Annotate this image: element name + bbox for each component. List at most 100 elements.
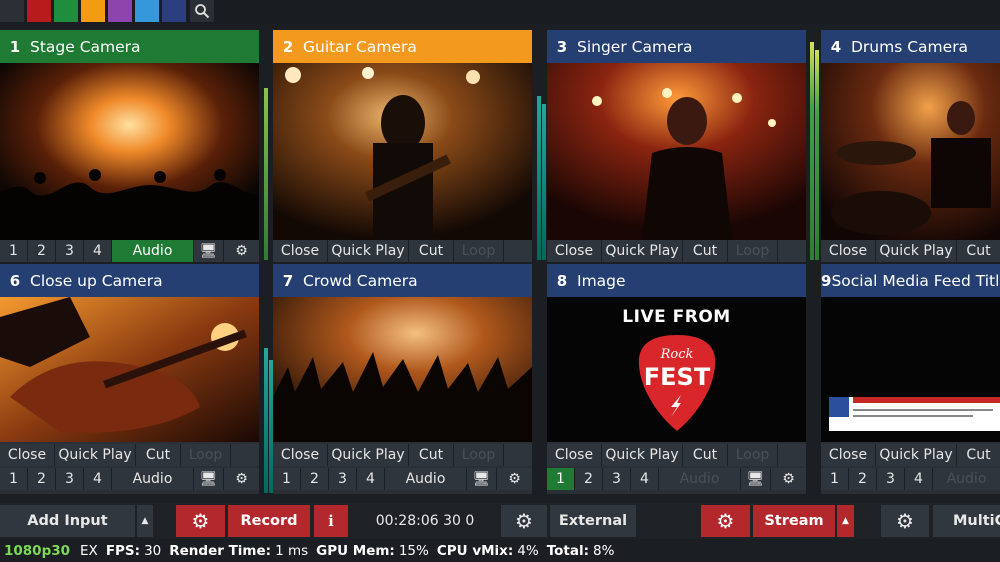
tile-header[interactable]: 1 Stage Camera [0, 30, 259, 63]
preview-image[interactable] [821, 297, 1000, 442]
loop-button[interactable]: Loop [181, 444, 231, 466]
overlay-4-button[interactable]: 4 [84, 468, 112, 490]
external-button[interactable]: External [550, 505, 636, 537]
add-input-dropdown[interactable]: ▲ [137, 505, 153, 537]
quick-play-button[interactable]: Quick Play [876, 444, 957, 466]
tile-header[interactable]: 3 Singer Camera [547, 30, 806, 63]
swatch-dark-blue[interactable] [162, 0, 186, 22]
swatch-green[interactable] [54, 0, 78, 22]
overlay-3-button[interactable]: 3 [603, 468, 631, 490]
close-button[interactable]: Close [273, 444, 328, 466]
cut-button[interactable]: Cut [409, 444, 454, 466]
quick-play-button[interactable]: Quick Play [55, 444, 136, 466]
overlay-2-button[interactable]: 2 [28, 240, 56, 262]
overlay-1-button[interactable]: 1 [0, 468, 28, 490]
overlay-3-button[interactable]: 3 [877, 468, 905, 490]
quick-play-button[interactable]: Quick Play [876, 240, 957, 262]
audio-button[interactable]: Audio [659, 468, 741, 490]
loop-button[interactable]: Loop [454, 444, 504, 466]
monitor-button[interactable]: 🖥 [194, 240, 224, 262]
cut-button[interactable]: Cut [683, 444, 728, 466]
input-tile[interactable]: 9 Social Media Feed Title Close Quick Pl… [821, 264, 1000, 494]
preview-image[interactable] [0, 297, 259, 442]
quick-play-button[interactable]: Quick Play [328, 444, 409, 466]
record-button[interactable]: Record [228, 505, 310, 537]
loop-button[interactable]: Loop [728, 240, 778, 262]
settings-button[interactable]: ⚙ [224, 240, 259, 262]
loop-button[interactable]: Loop [728, 444, 778, 466]
audio-button[interactable]: Audio [933, 468, 1000, 490]
external-settings-button[interactable]: ⚙ [501, 505, 547, 537]
tile-header[interactable]: 4 Drums Camera [821, 30, 1000, 63]
overlay-3-button[interactable]: 3 [329, 468, 357, 490]
swatch-light-blue[interactable] [135, 0, 159, 22]
search-button[interactable] [190, 0, 214, 22]
swatch-red[interactable] [27, 0, 51, 22]
cut-button[interactable]: Cut [409, 240, 454, 262]
add-input-button[interactable]: Add Input [0, 505, 136, 537]
overlay-3-button[interactable]: 3 [56, 240, 84, 262]
multicorder-button[interactable]: MultiCorder [933, 505, 1000, 537]
swatch-default[interactable] [0, 0, 24, 22]
overlay-3-button[interactable]: 3 [56, 468, 84, 490]
record-settings-button[interactable]: ⚙ [176, 505, 225, 537]
overlay-1-button[interactable]: 1 [547, 468, 575, 490]
settings-button[interactable]: ⚙ [497, 468, 532, 490]
close-button[interactable]: Close [273, 240, 328, 262]
input-tile[interactable]: 3 Singer Camera Close Quick Play Cut Loo… [547, 30, 806, 262]
audio-button[interactable]: Audio [112, 240, 194, 262]
overlay-2-button[interactable]: 2 [849, 468, 877, 490]
overlay-1-button[interactable]: 1 [821, 468, 849, 490]
preview-image[interactable] [273, 297, 532, 442]
cut-button[interactable]: Cut [136, 444, 181, 466]
quick-play-button[interactable]: Quick Play [602, 444, 683, 466]
input-tile[interactable]: 8 Image LIVE FROM Rock FEST Close Quick … [547, 264, 806, 494]
close-button[interactable]: Close [821, 240, 876, 262]
close-button[interactable]: Close [547, 444, 602, 466]
loop-button[interactable]: Loop [454, 240, 504, 262]
multicorder-settings-button[interactable]: ⚙ [881, 505, 929, 537]
swatch-purple[interactable] [108, 0, 132, 22]
stream-dropdown[interactable]: ▲ [837, 505, 854, 537]
tile-header[interactable]: 8 Image [547, 264, 806, 297]
monitor-button[interactable]: 🖥 [467, 468, 497, 490]
quick-play-button[interactable]: Quick Play [602, 240, 683, 262]
overlay-2-button[interactable]: 2 [301, 468, 329, 490]
preview-image[interactable] [821, 63, 1000, 240]
stream-button[interactable]: Stream [753, 505, 835, 537]
cut-button[interactable]: Cut [683, 240, 728, 262]
overlay-4-button[interactable]: 4 [631, 468, 659, 490]
input-tile[interactable]: 4 Drums Camera Close Quick Play Cut 1 2 … [821, 30, 1000, 262]
input-tile[interactable]: 1 Stage Camera Close Quick Play Cut Loop… [0, 30, 259, 262]
tile-header[interactable]: 9 Social Media Feed Title [821, 264, 1000, 297]
audio-button[interactable]: Audio [112, 468, 194, 490]
tile-header[interactable]: 2 Guitar Camera [273, 30, 532, 63]
close-button[interactable]: Close [547, 240, 602, 262]
quick-play-button[interactable]: Quick Play [328, 240, 409, 262]
close-button[interactable]: Close [0, 444, 55, 466]
overlay-1-button[interactable]: 1 [273, 468, 301, 490]
audio-button[interactable]: Audio [385, 468, 467, 490]
record-info-button[interactable]: i [314, 505, 348, 537]
cut-button[interactable]: Cut [957, 240, 1000, 262]
swatch-orange[interactable] [81, 0, 105, 22]
overlay-4-button[interactable]: 4 [905, 468, 933, 490]
preview-image[interactable] [547, 63, 806, 240]
overlay-2-button[interactable]: 2 [575, 468, 603, 490]
close-button[interactable]: Close [821, 444, 876, 466]
settings-button[interactable]: ⚙ [224, 468, 259, 490]
overlay-2-button[interactable]: 2 [28, 468, 56, 490]
monitor-button[interactable]: 🖥 [194, 468, 224, 490]
tile-header[interactable]: 7 Crowd Camera [273, 264, 532, 297]
preview-image[interactable] [0, 63, 259, 240]
stream-settings-button[interactable]: ⚙ [701, 505, 750, 537]
overlay-4-button[interactable]: 4 [357, 468, 385, 490]
input-tile[interactable]: 2 Guitar Camera Close Quick Play Cut Loo… [273, 30, 532, 262]
tile-header[interactable]: 6 Close up Camera [0, 264, 259, 297]
preview-image[interactable] [273, 63, 532, 240]
input-tile[interactable]: 7 Crowd Camera Close Quick Play Cut Loop… [273, 264, 532, 494]
preview-image[interactable]: LIVE FROM Rock FEST [547, 297, 806, 442]
overlay-4-button[interactable]: 4 [84, 240, 112, 262]
settings-button[interactable]: ⚙ [771, 468, 806, 490]
input-tile[interactable]: 6 Close up Camera Close Quick Play Cut L… [0, 264, 259, 494]
